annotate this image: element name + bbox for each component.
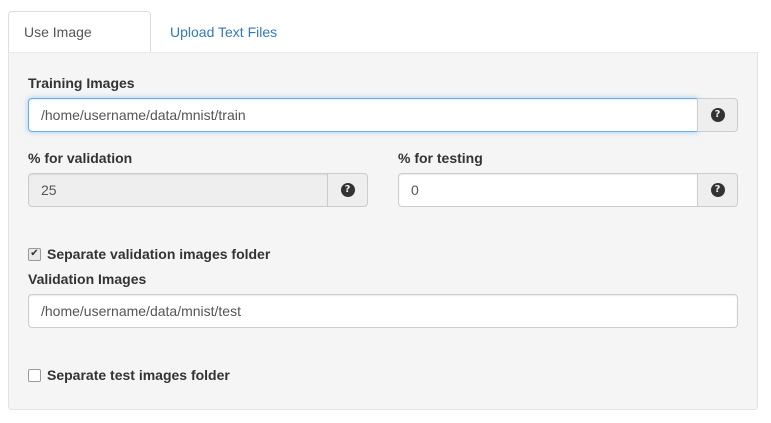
testing-percent-label: % for testing [398,150,483,166]
training-images-label: Training Images [28,75,135,91]
validation-percent-label: % for validation [28,150,133,166]
separate-validation-checkbox[interactable]: ✔ [28,247,41,261]
training-images-input[interactable] [28,98,698,132]
separate-validation-label[interactable]: Separate validation images folder [47,246,270,262]
tab-bar: Use Image Folder Upload Text Files [8,11,758,80]
separate-test-checkbox[interactable] [28,368,41,382]
validation-percent-help-button[interactable]: ? [327,173,368,207]
tab-use-image-folder[interactable]: Use Image Folder [8,11,151,80]
separate-test-label[interactable]: Separate test images folder [47,367,230,383]
separate-test-row: Separate test images folder [28,367,230,383]
separate-validation-row: ✔ Separate validation images folder [28,246,270,262]
validation-percent-input[interactable] [28,173,328,207]
testing-percent-input[interactable] [398,173,698,207]
validation-images-label: Validation Images [28,271,147,287]
question-sign-icon: ? [710,183,725,197]
tab-upload-text-files[interactable]: Upload Text Files [154,11,293,53]
validation-images-input[interactable] [28,294,738,328]
question-sign-icon: ? [710,108,725,122]
training-images-help-button[interactable]: ? [697,98,738,132]
question-sign-icon: ? [340,183,355,197]
testing-percent-help-button[interactable]: ? [697,173,738,207]
